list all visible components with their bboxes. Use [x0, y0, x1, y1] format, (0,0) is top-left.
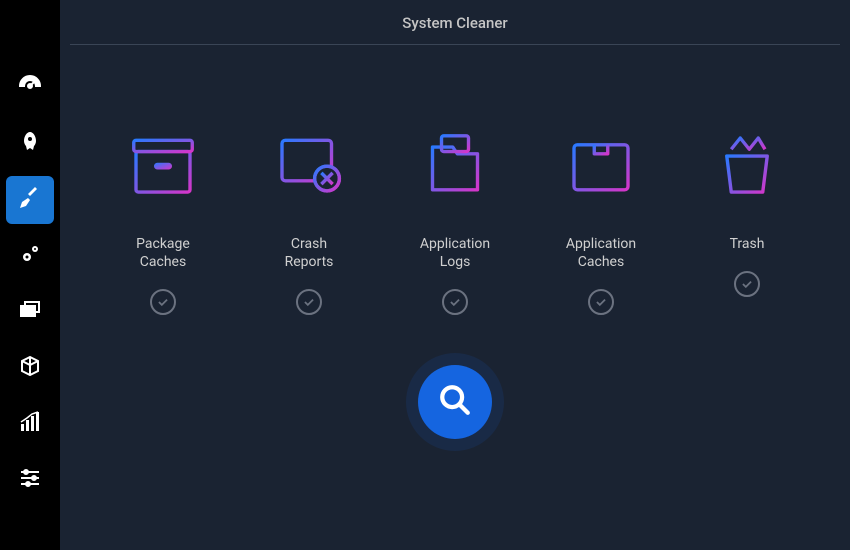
category-label: CrashReports [285, 235, 334, 271]
category-checkbox[interactable] [296, 289, 322, 315]
scan-button[interactable] [418, 365, 492, 439]
category-label: Trash [730, 235, 765, 253]
sliders-icon [18, 466, 42, 494]
header: System Cleaner [70, 10, 840, 45]
main-content: System Cleaner PackageCaches [60, 0, 850, 550]
gears-icon [18, 242, 42, 270]
category-package-caches: PackageCaches [93, 125, 233, 315]
page-title: System Cleaner [70, 14, 840, 32]
window-stack-icon [18, 298, 42, 326]
category-checkbox[interactable] [734, 271, 760, 297]
rocket-icon [18, 130, 42, 158]
category-checkbox[interactable] [150, 289, 176, 315]
search-icon [438, 383, 472, 421]
category-crash-reports: CrashReports [239, 125, 379, 315]
category-application-logs: ApplicationLogs [385, 125, 525, 315]
sidebar-item-dashboard[interactable] [6, 64, 54, 112]
application-caches-icon[interactable] [561, 125, 641, 205]
crash-reports-icon[interactable] [269, 125, 349, 205]
broom-icon [18, 186, 42, 214]
gauge-icon [18, 74, 42, 102]
sidebar-item-processes[interactable] [6, 288, 54, 336]
category-grid: PackageCaches CrashReports [70, 85, 840, 315]
category-label: ApplicationCaches [566, 235, 636, 271]
sidebar [0, 0, 60, 550]
sidebar-item-resources[interactable] [6, 400, 54, 448]
category-label: PackageCaches [136, 235, 190, 271]
category-application-caches: ApplicationCaches [531, 125, 671, 315]
package-caches-icon[interactable] [123, 125, 203, 205]
package-icon [18, 354, 42, 382]
trash-icon[interactable] [707, 125, 787, 205]
scan-button-container [70, 365, 840, 439]
application-logs-icon[interactable] [415, 125, 495, 205]
category-checkbox[interactable] [442, 289, 468, 315]
sidebar-item-uninstaller[interactable] [6, 344, 54, 392]
chart-icon [18, 410, 42, 438]
sidebar-item-services[interactable] [6, 232, 54, 280]
sidebar-item-settings[interactable] [6, 456, 54, 504]
category-label: ApplicationLogs [420, 235, 490, 271]
category-checkbox[interactable] [588, 289, 614, 315]
sidebar-item-startup[interactable] [6, 120, 54, 168]
sidebar-item-cleaner[interactable] [6, 176, 54, 224]
category-trash: Trash [677, 125, 817, 315]
